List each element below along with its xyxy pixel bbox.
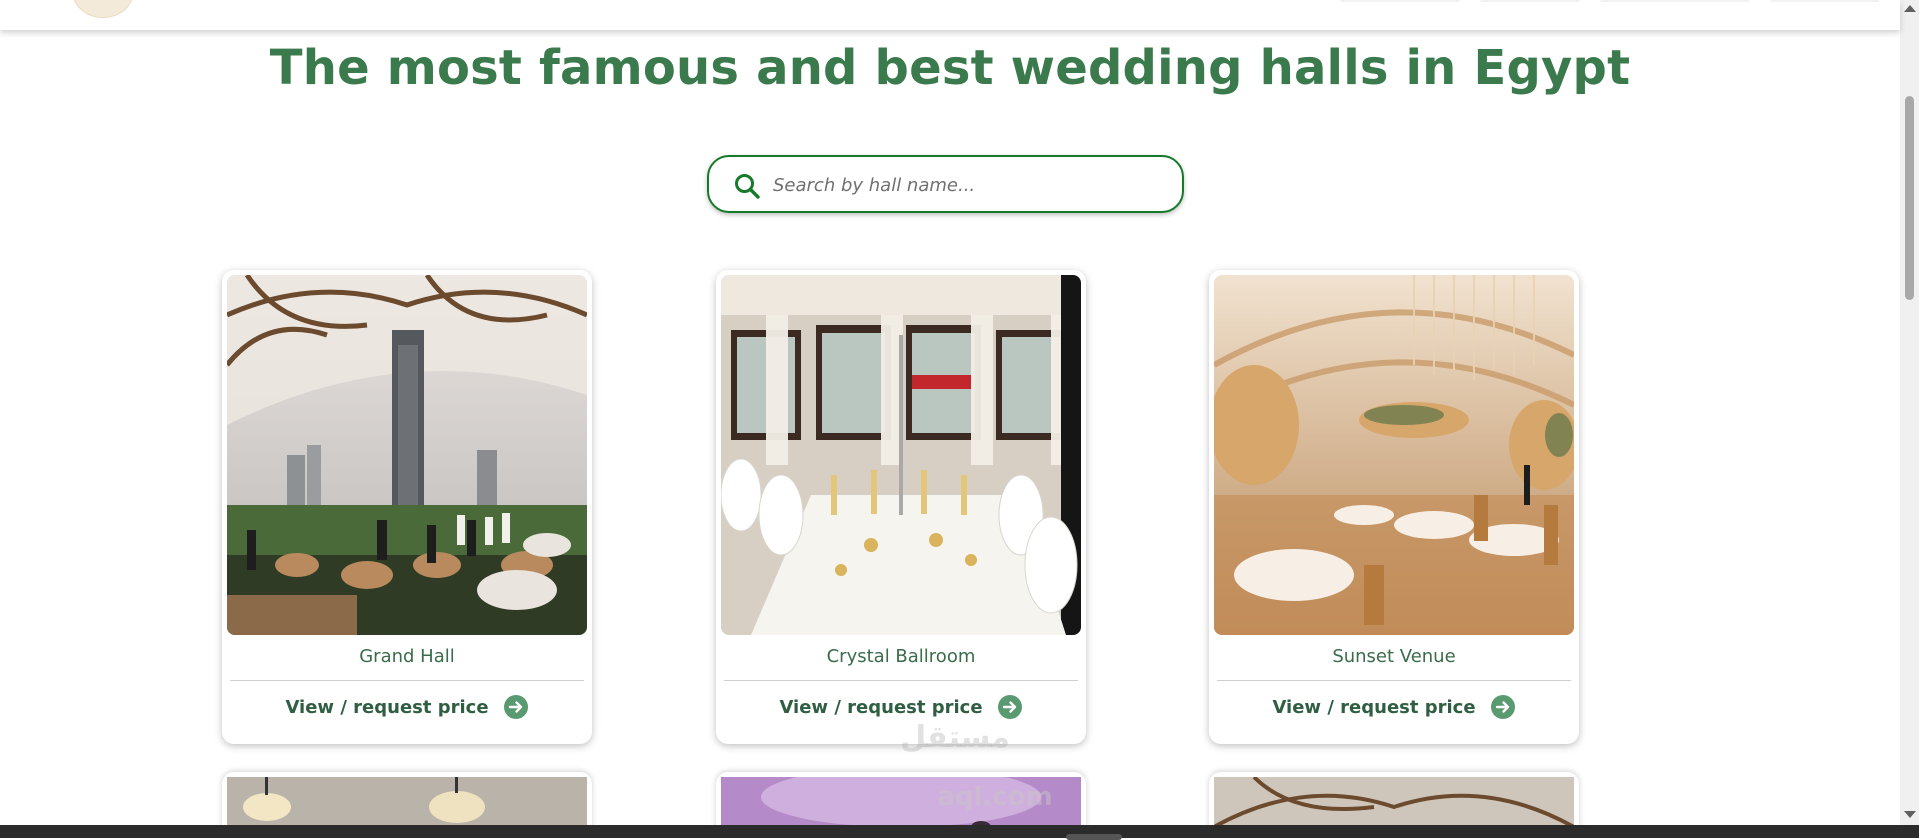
hall-card-partial[interactable] bbox=[1209, 772, 1579, 832]
search-icon bbox=[735, 174, 760, 199]
nav-item[interactable] bbox=[1340, 0, 1460, 2]
view-request-price-link[interactable]: View / request price bbox=[222, 694, 592, 720]
bottom-handle[interactable] bbox=[1066, 834, 1122, 840]
hall-card-grand-hall[interactable]: Grand Hall View / request price bbox=[222, 270, 592, 744]
hall-card-sunset-venue[interactable]: Sunset Venue View / request price bbox=[1209, 270, 1579, 744]
top-navbar bbox=[0, 0, 1900, 30]
arrow-right-circle-icon bbox=[1490, 695, 1515, 719]
view-request-price-link[interactable]: View / request price bbox=[1209, 694, 1579, 720]
scroll-down-arrow-icon[interactable] bbox=[1904, 811, 1916, 818]
hall-photo[interactable] bbox=[721, 275, 1081, 635]
hall-card-partial[interactable] bbox=[222, 772, 592, 832]
card-divider bbox=[1217, 680, 1571, 681]
card-divider bbox=[230, 680, 584, 681]
arrow-right-circle-icon bbox=[997, 695, 1022, 719]
nav-item[interactable] bbox=[1480, 0, 1580, 2]
hall-photo[interactable] bbox=[227, 777, 587, 832]
link-label: View / request price bbox=[779, 696, 983, 718]
hall-photo[interactable] bbox=[1213, 775, 1575, 832]
hall-name: Grand Hall bbox=[359, 646, 455, 667]
search-input[interactable] bbox=[771, 165, 1170, 205]
search-box[interactable] bbox=[707, 155, 1184, 213]
vertical-scrollbar[interactable] bbox=[1900, 0, 1919, 825]
watermark: مستقل bbox=[900, 720, 1010, 755]
page-title: The most famous and best wedding halls i… bbox=[269, 40, 1631, 96]
scroll-up-arrow-icon[interactable] bbox=[1904, 5, 1916, 12]
bottom-bar bbox=[0, 825, 1919, 838]
link-label: View / request price bbox=[1272, 696, 1476, 718]
hall-photo[interactable] bbox=[1214, 275, 1574, 635]
hall-card-crystal-ballroom[interactable]: Crystal Ballroom View / request price bbox=[716, 270, 1086, 744]
link-label: View / request price bbox=[285, 696, 489, 718]
nav-item[interactable] bbox=[1600, 0, 1750, 2]
arrow-right-circle-icon bbox=[503, 695, 528, 719]
hall-name: Sunset Venue bbox=[1332, 646, 1456, 667]
watermark-sub: aql.com bbox=[937, 782, 1053, 812]
view-request-price-link[interactable]: View / request price bbox=[716, 694, 1086, 720]
site-logo[interactable] bbox=[72, 0, 134, 18]
scroll-thumb[interactable] bbox=[1905, 96, 1914, 300]
card-divider bbox=[724, 680, 1078, 681]
hall-photo[interactable] bbox=[227, 275, 587, 635]
hall-name: Crystal Ballroom bbox=[826, 646, 976, 667]
nav-item[interactable] bbox=[1770, 0, 1880, 2]
